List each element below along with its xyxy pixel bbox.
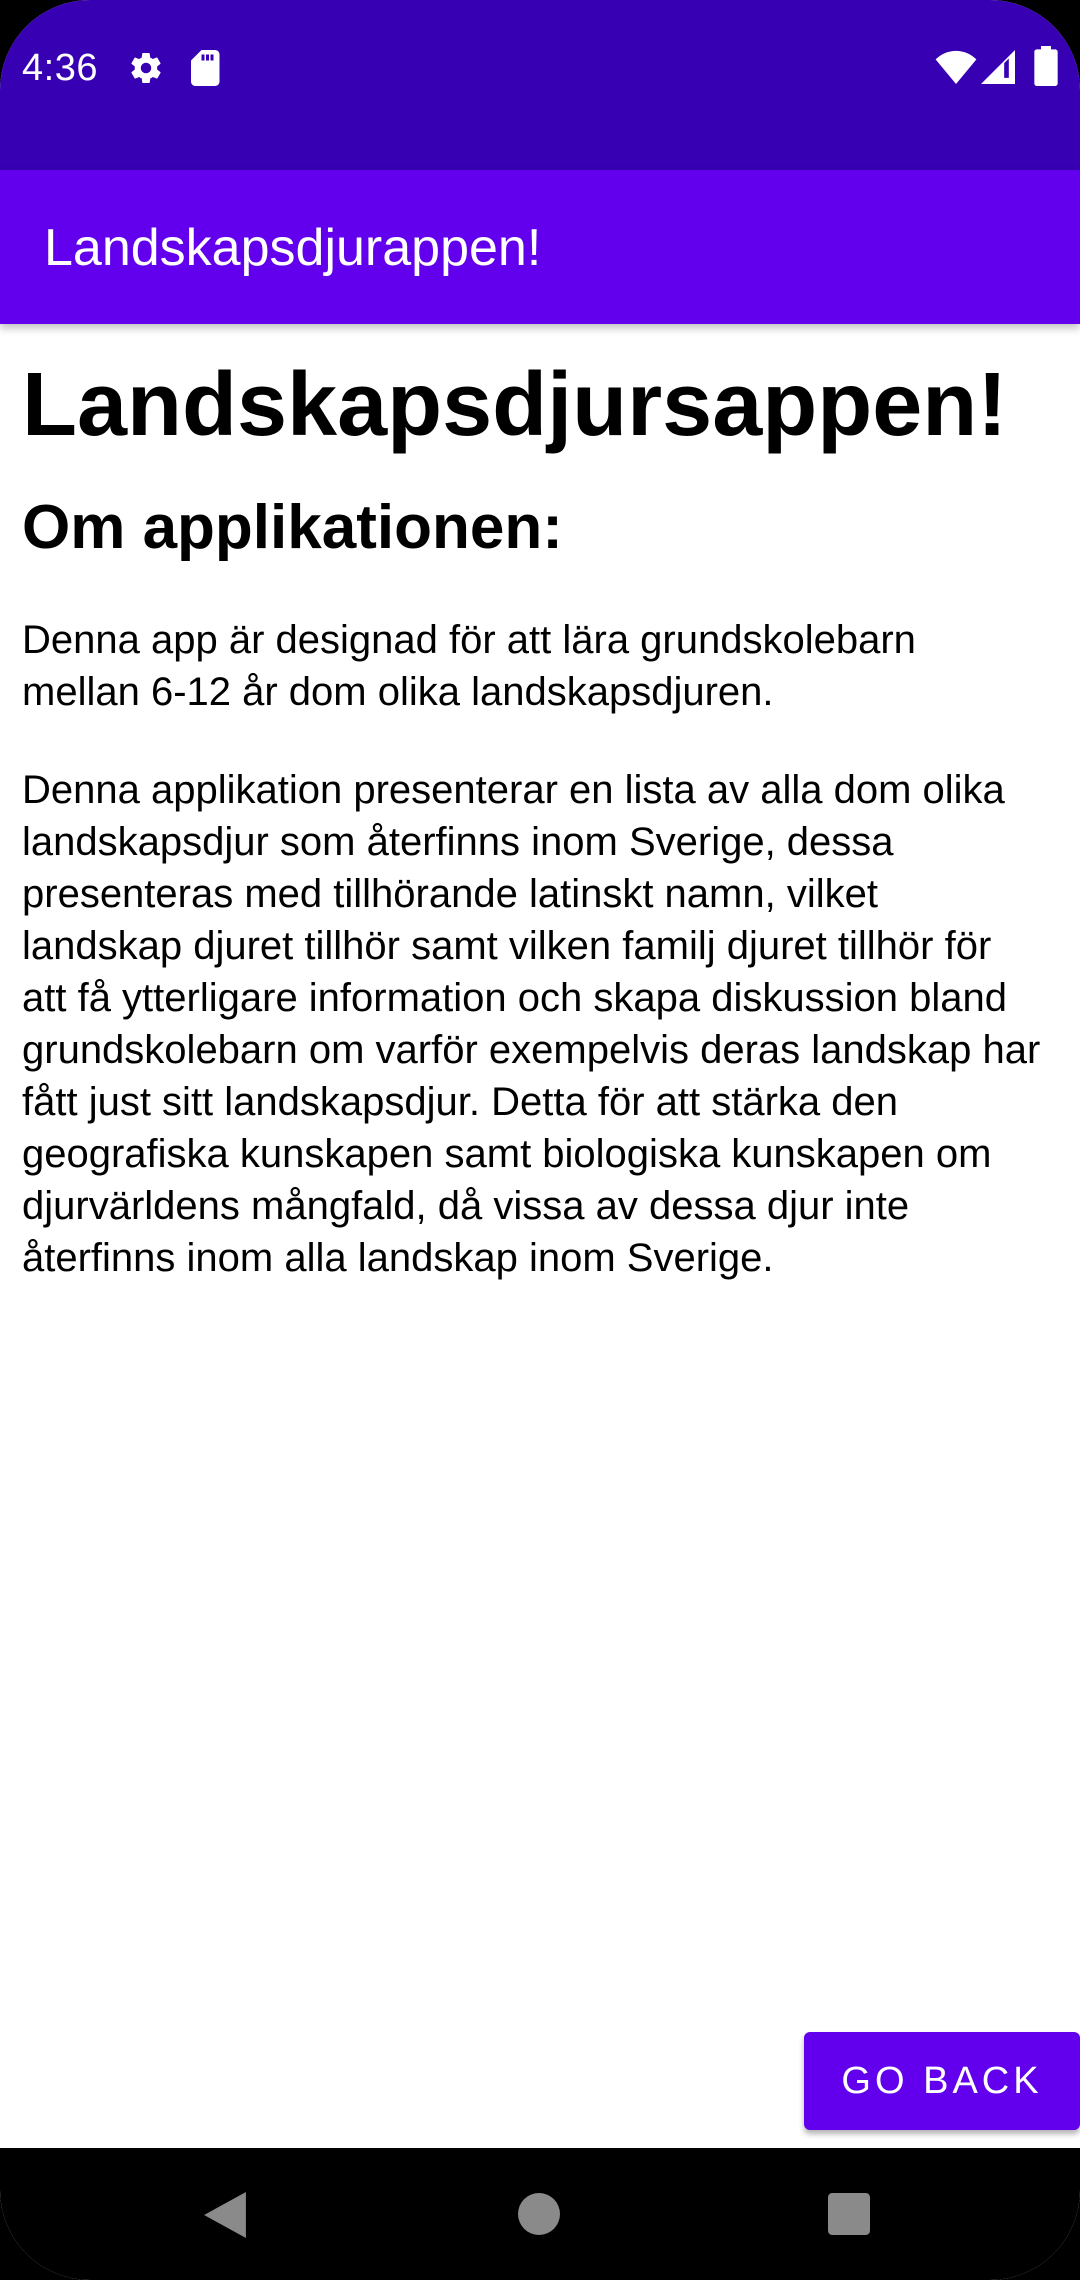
- page-title: Landskapsdjursappen!: [22, 355, 1008, 455]
- about-content: Landskapsdjursappen! Om applikationen: D…: [22, 340, 1042, 1284]
- sd-card-icon: [191, 50, 220, 86]
- home-icon[interactable]: [518, 2193, 560, 2235]
- back-icon[interactable]: [204, 2192, 246, 2238]
- gear-icon: [131, 53, 161, 84]
- section-title: Om applikationen:: [22, 493, 563, 562]
- intro-paragraph: Denna app är designad för att lära grund…: [22, 618, 916, 714]
- recents-icon[interactable]: [828, 2193, 870, 2235]
- app-bar-title: Landskapsdjurappen!: [44, 219, 542, 277]
- navigation-bar: [0, 2148, 1080, 2280]
- app-bar: Landskapsdjurappen!: [0, 170, 1080, 324]
- screen: 4:36 Landskapsdjurappen! Landskapsdjursa…: [0, 0, 1080, 2280]
- status-bar: 4:36: [0, 0, 1080, 170]
- cell-signal-icon: [981, 50, 1015, 84]
- status-time: 4:36: [22, 47, 98, 89]
- wifi-icon: [935, 50, 977, 84]
- battery-icon: [1034, 46, 1058, 86]
- go-back-button[interactable]: GO BACK: [804, 2032, 1080, 2130]
- description-paragraph: Denna applikation presenterar en lista a…: [22, 768, 1041, 1280]
